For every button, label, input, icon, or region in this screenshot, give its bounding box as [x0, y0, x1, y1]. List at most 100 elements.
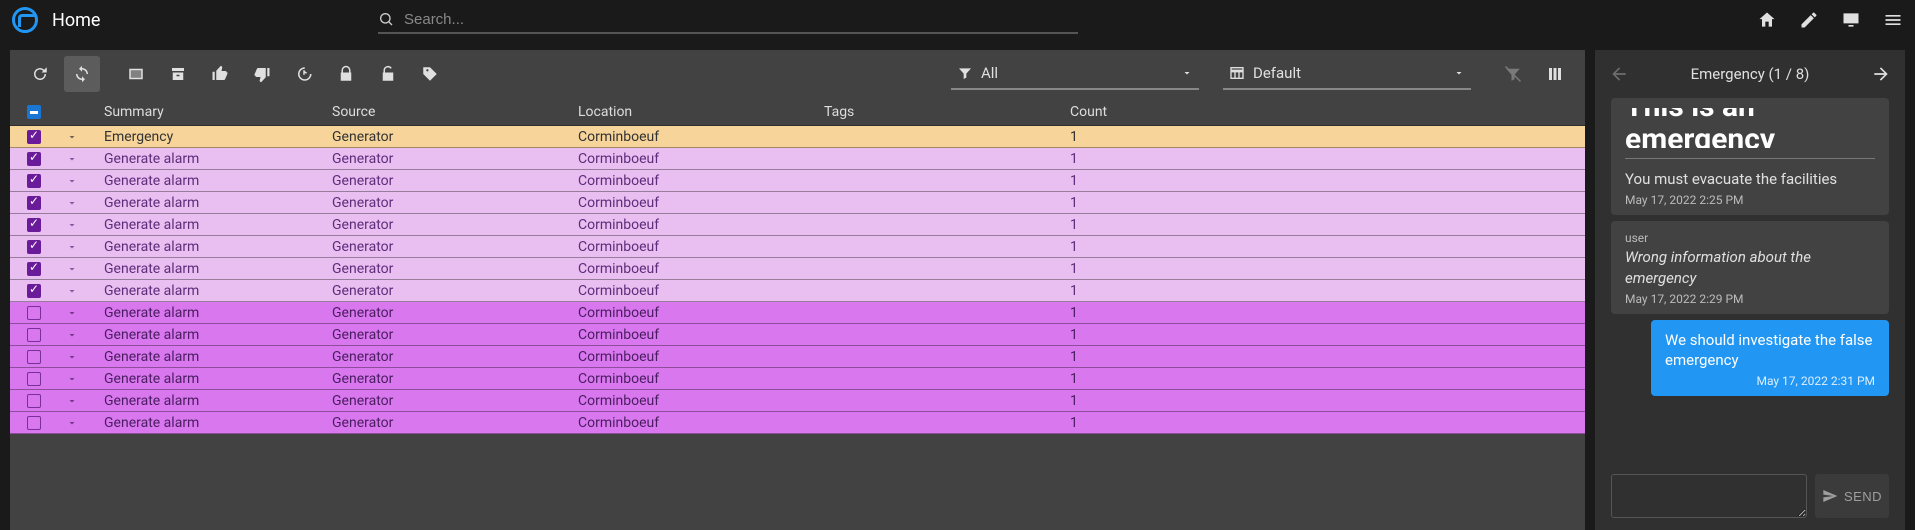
monitor-icon[interactable]: [1841, 10, 1861, 30]
row-checkbox[interactable]: [27, 328, 41, 342]
cell-count: 1: [1070, 261, 1585, 277]
col-summary[interactable]: Summary: [86, 104, 332, 120]
cell-count: 1: [1070, 415, 1585, 431]
message-text: We should investigate the false emergenc…: [1665, 330, 1875, 371]
row-checkbox[interactable]: [27, 196, 41, 210]
alarms-toolbar: All Default: [10, 50, 1585, 98]
next-arrow-icon[interactable]: [1867, 60, 1895, 88]
row-checkbox[interactable]: [27, 350, 41, 364]
cell-count: 1: [1070, 173, 1585, 189]
unlock-button[interactable]: [370, 56, 406, 92]
table-row[interactable]: Generate alarmGeneratorCorminboeuf1: [10, 368, 1585, 390]
menu-icon[interactable]: [1883, 10, 1903, 30]
row-checkbox[interactable]: [27, 372, 41, 386]
row-checkbox[interactable]: [27, 394, 41, 408]
cell-location: Corminboeuf: [578, 129, 824, 145]
tag-button[interactable]: [412, 56, 448, 92]
auto-refresh-button[interactable]: [64, 56, 100, 92]
send-button[interactable]: SEND: [1815, 474, 1889, 518]
chevron-down-icon[interactable]: [66, 241, 78, 253]
edit-icon[interactable]: [1799, 10, 1819, 30]
row-checkbox[interactable]: [27, 240, 41, 254]
cell-location: Corminboeuf: [578, 283, 824, 299]
search-field[interactable]: [378, 6, 1078, 34]
chevron-down-icon[interactable]: [66, 307, 78, 319]
chevron-down-icon[interactable]: [66, 373, 78, 385]
compose-area: SEND: [1595, 474, 1905, 530]
chevron-down-icon[interactable]: [66, 175, 78, 187]
layout-select[interactable]: Default: [1223, 58, 1471, 90]
filter-select[interactable]: All: [951, 58, 1199, 90]
table-row[interactable]: Generate alarmGeneratorCorminboeuf1: [10, 170, 1585, 192]
chevron-down-icon[interactable]: [66, 131, 78, 143]
col-count[interactable]: Count: [1070, 104, 1585, 120]
col-location[interactable]: Location: [578, 104, 824, 120]
row-checkbox[interactable]: [27, 306, 41, 320]
table-row[interactable]: Generate alarmGeneratorCorminboeuf1: [10, 412, 1585, 434]
chevron-down-icon[interactable]: [66, 153, 78, 165]
chevron-down-icon[interactable]: [66, 351, 78, 363]
cell-source: Generator: [332, 151, 578, 167]
row-checkbox[interactable]: [27, 262, 41, 276]
table-row[interactable]: Generate alarmGeneratorCorminboeuf1: [10, 214, 1585, 236]
thumbs-down-button[interactable]: [244, 56, 280, 92]
row-checkbox[interactable]: [27, 284, 41, 298]
message-bubble: user Wrong information about the emergen…: [1611, 221, 1889, 314]
compose-input[interactable]: [1611, 474, 1807, 518]
table-row[interactable]: Generate alarmGeneratorCorminboeuf1: [10, 390, 1585, 412]
clear-filter-button: [1495, 56, 1531, 92]
cell-summary: Generate alarm: [86, 239, 332, 255]
table-row[interactable]: Generate alarmGeneratorCorminboeuf1: [10, 192, 1585, 214]
table-row[interactable]: EmergencyGeneratorCorminboeuf1: [10, 126, 1585, 148]
lock-button[interactable]: [328, 56, 364, 92]
table-row[interactable]: Generate alarmGeneratorCorminboeuf1: [10, 302, 1585, 324]
cell-source: Generator: [332, 349, 578, 365]
cell-location: Corminboeuf: [578, 349, 824, 365]
main-area: All Default: [0, 40, 1915, 530]
cell-count: 1: [1070, 393, 1585, 409]
filter-label: All: [981, 64, 1173, 82]
chevron-down-icon[interactable]: [66, 263, 78, 275]
table-row[interactable]: Generate alarmGeneratorCorminboeuf1: [10, 324, 1585, 346]
table-row[interactable]: Generate alarmGeneratorCorminboeuf1: [10, 258, 1585, 280]
table-row[interactable]: Generate alarmGeneratorCorminboeuf1: [10, 346, 1585, 368]
message-text: You must evacuate the facilities: [1625, 169, 1875, 189]
row-checkbox[interactable]: [27, 218, 41, 232]
chevron-down-icon[interactable]: [66, 329, 78, 341]
cell-source: Generator: [332, 217, 578, 233]
col-tags[interactable]: Tags: [824, 104, 1070, 120]
snooze-button[interactable]: [286, 56, 322, 92]
read-button[interactable]: [118, 56, 154, 92]
chevron-down-icon[interactable]: [66, 417, 78, 429]
refresh-button[interactable]: [22, 56, 58, 92]
page-title: Home: [52, 10, 100, 31]
cell-summary: Generate alarm: [86, 151, 332, 167]
cell-count: 1: [1070, 151, 1585, 167]
col-source[interactable]: Source: [332, 104, 578, 120]
row-checkbox[interactable]: [27, 152, 41, 166]
home-icon[interactable]: [1757, 10, 1777, 30]
table-row[interactable]: Generate alarmGeneratorCorminboeuf1: [10, 236, 1585, 258]
chevron-down-icon[interactable]: [66, 197, 78, 209]
cell-summary: Generate alarm: [86, 327, 332, 343]
columns-button[interactable]: [1537, 56, 1573, 92]
select-all-checkbox[interactable]: [27, 105, 41, 119]
detail-header: Emergency (1 / 8): [1595, 50, 1905, 98]
layout-label: Default: [1253, 64, 1445, 82]
chevron-down-icon[interactable]: [66, 395, 78, 407]
table-icon: [1229, 65, 1245, 81]
message-timestamp: May 17, 2022 2:31 PM: [1665, 374, 1875, 388]
table-row[interactable]: Generate alarmGeneratorCorminboeuf1: [10, 280, 1585, 302]
row-checkbox[interactable]: [27, 130, 41, 144]
message-bubble: This is an emergency You must evacuate t…: [1611, 98, 1889, 215]
chevron-down-icon[interactable]: [66, 285, 78, 297]
cell-location: Corminboeuf: [578, 415, 824, 431]
row-checkbox[interactable]: [27, 174, 41, 188]
row-checkbox[interactable]: [27, 416, 41, 430]
search-input[interactable]: [404, 11, 1078, 28]
chevron-down-icon[interactable]: [66, 219, 78, 231]
table-row[interactable]: Generate alarmGeneratorCorminboeuf1: [10, 148, 1585, 170]
archive-button[interactable]: [160, 56, 196, 92]
cell-source: Generator: [332, 239, 578, 255]
thumbs-up-button[interactable]: [202, 56, 238, 92]
